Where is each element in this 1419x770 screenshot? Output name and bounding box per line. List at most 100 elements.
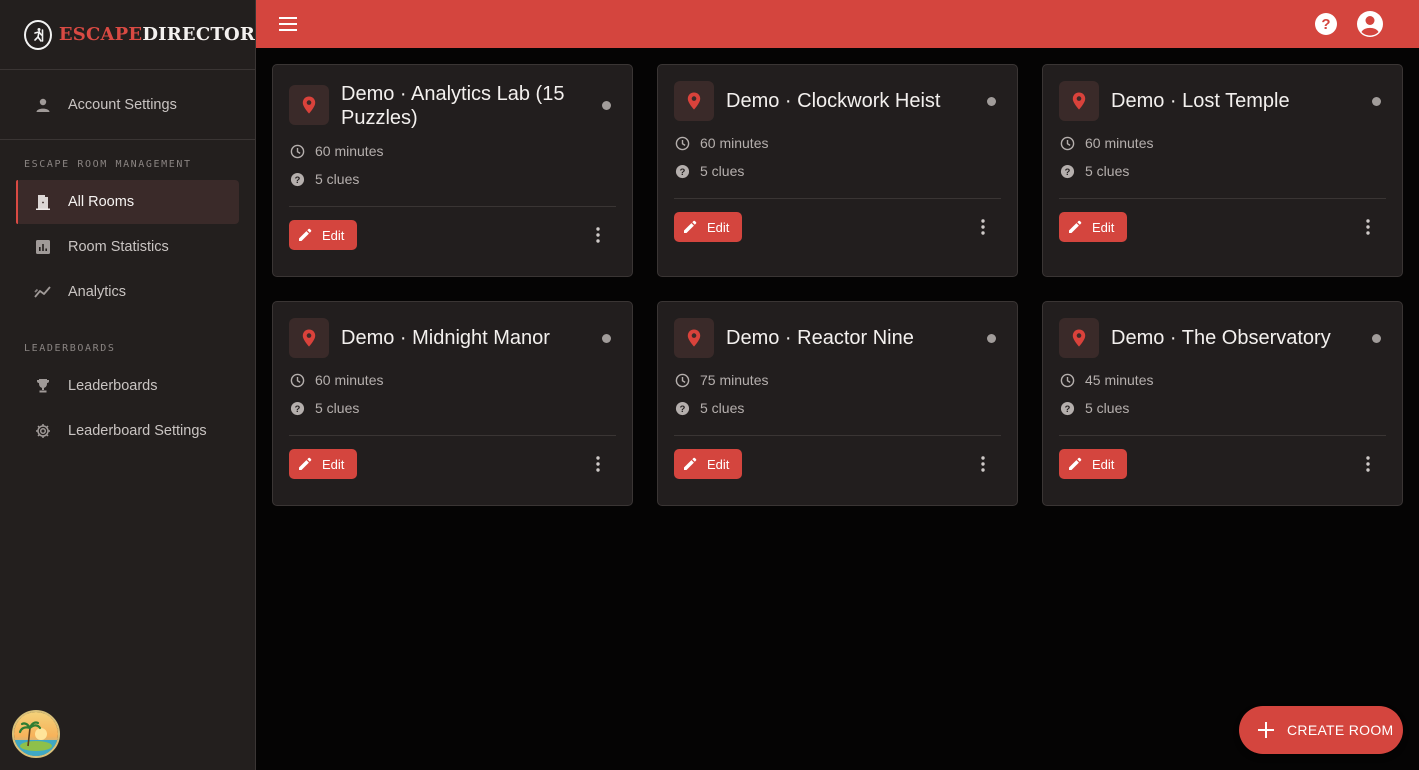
clock-icon — [674, 135, 690, 151]
create-room-label: CREATE ROOM — [1287, 722, 1394, 738]
edit-label: Edit — [322, 456, 345, 472]
edit-label: Edit — [707, 456, 730, 472]
create-room-button[interactable]: CREATE ROOM — [1239, 706, 1403, 754]
pencil-icon — [683, 220, 697, 234]
plus-icon — [1257, 721, 1275, 739]
more-options-icon[interactable] — [590, 454, 606, 474]
account-circle-icon[interactable] — [1356, 10, 1384, 38]
status-indicator — [1372, 334, 1381, 343]
more-options-icon[interactable] — [1360, 217, 1376, 237]
clock-icon — [674, 372, 690, 388]
svg-text:?: ? — [294, 404, 300, 414]
svg-text:?: ? — [679, 167, 685, 177]
card-divider — [674, 198, 1001, 199]
status-indicator — [1372, 97, 1381, 106]
sidebar-item-leaderboard-settings[interactable]: Leaderboard Settings — [16, 409, 239, 453]
sidebar-item-analytics[interactable]: Analytics — [16, 270, 239, 314]
room-duration: 60 minutes — [674, 135, 768, 151]
edit-room-button[interactable]: Edit — [1059, 212, 1127, 242]
sidebar-item-label: Account Settings — [68, 96, 177, 113]
top-app-bar: ? — [256, 0, 1419, 48]
clock-icon — [1059, 135, 1075, 151]
room-clues: ? 5 clues — [674, 400, 744, 416]
pencil-icon — [1068, 220, 1082, 234]
status-indicator — [987, 97, 996, 106]
room-title: Demo · The Observatory — [1111, 327, 1331, 349]
section-title-leaderboards: LEADERBOARDS — [24, 342, 116, 354]
room-clues: ? 5 clues — [1059, 163, 1129, 179]
room-duration: 60 minutes — [289, 372, 383, 388]
edit-room-button[interactable]: Edit — [1059, 449, 1127, 479]
edit-label: Edit — [322, 227, 345, 243]
room-card[interactable]: Demo · The Observatory 45 minutes? 5 clues… — [1042, 301, 1403, 506]
duration-text: 60 minutes — [315, 372, 384, 388]
edit-room-button[interactable]: Edit — [674, 449, 742, 479]
duration-text: 45 minutes — [1085, 372, 1154, 388]
edit-room-button[interactable]: Edit — [674, 212, 742, 242]
pencil-icon — [298, 457, 312, 471]
help-circle-icon: ? — [1059, 163, 1075, 179]
location-pin-icon — [674, 81, 714, 121]
sidebar-item-room-statistics[interactable]: Room Statistics — [16, 225, 239, 269]
room-title: Demo · Reactor Nine — [726, 327, 914, 349]
sidebar-item-label: All Rooms — [68, 194, 135, 210]
svg-text:?: ? — [1064, 167, 1070, 177]
room-card[interactable]: Demo · Midnight Manor 60 minutes? 5 clues E… — [272, 301, 633, 506]
edit-label: Edit — [1092, 456, 1115, 472]
gear-icon — [34, 422, 52, 440]
location-pin-icon — [289, 85, 329, 125]
card-divider — [289, 206, 616, 207]
status-indicator — [987, 334, 996, 343]
door-icon — [34, 193, 52, 211]
location-pin-icon — [289, 318, 329, 358]
help-circle-icon: ? — [674, 400, 690, 416]
help-circle-icon: ? — [1059, 400, 1075, 416]
clues-text: 5 clues — [1085, 400, 1130, 416]
card-divider — [289, 435, 616, 436]
room-title: Demo · Lost Temple — [1111, 90, 1290, 112]
user-avatar[interactable] — [12, 710, 60, 758]
more-options-icon[interactable] — [1360, 454, 1376, 474]
duration-text: 60 minutes — [1085, 135, 1154, 151]
room-clues: ? 5 clues — [289, 400, 359, 416]
room-duration: 60 minutes — [289, 143, 383, 159]
sidebar-item-leaderboards[interactable]: Leaderboards — [16, 364, 239, 408]
edit-label: Edit — [1092, 219, 1115, 235]
room-card[interactable]: Demo · Analytics Lab (15 Puzzles) 60 minu… — [272, 64, 633, 277]
hamburger-icon[interactable] — [278, 14, 298, 34]
room-card[interactable]: Demo · Reactor Nine 75 minutes? 5 clues Edi… — [657, 301, 1018, 506]
clues-text: 5 clues — [700, 163, 745, 179]
section-title-management: ESCAPE ROOM MANAGEMENT — [24, 158, 192, 170]
pencil-icon — [1068, 457, 1082, 471]
clues-text: 5 clues — [700, 400, 745, 416]
svg-text:?: ? — [679, 404, 685, 414]
more-options-icon[interactable] — [975, 217, 991, 237]
sidebar: ESCAPEDIRECTOR Account Settings ESCAPE R… — [0, 0, 256, 770]
more-options-icon[interactable] — [975, 454, 991, 474]
clock-icon — [289, 372, 305, 388]
svg-text:?: ? — [294, 175, 300, 185]
sidebar-item-label: Leaderboards — [68, 378, 158, 394]
status-indicator — [602, 334, 611, 343]
brand-name-part1: ESCAPE — [58, 24, 143, 45]
sidebar-item-all-rooms[interactable]: All Rooms — [16, 180, 239, 224]
card-divider — [674, 435, 1001, 436]
help-circle-icon: ? — [289, 400, 305, 416]
clues-text: 5 clues — [315, 400, 360, 416]
brand-name: ESCAPEDIRECTOR — [59, 24, 255, 45]
edit-room-button[interactable]: Edit — [289, 220, 357, 250]
more-options-icon[interactable] — [590, 225, 606, 245]
room-card[interactable]: Demo · Lost Temple 60 minutes ? 5 clues Edit — [1042, 64, 1403, 277]
trophy-icon — [34, 377, 52, 395]
room-card[interactable]: Demo · Clockwork Heist 60 minutes? 5 clues… — [657, 64, 1018, 277]
trend-icon — [34, 283, 52, 301]
room-duration: 75 minutes — [674, 372, 768, 388]
location-pin-icon — [1059, 318, 1099, 358]
sidebar-item-account-settings[interactable]: Account Settings — [16, 83, 239, 127]
location-pin-icon — [1059, 81, 1099, 121]
room-clues: ? 5 clues — [674, 163, 744, 179]
help-icon[interactable]: ? — [1315, 13, 1337, 35]
room-clues: ? 5 clues — [289, 171, 359, 187]
edit-room-button[interactable]: Edit — [289, 449, 357, 479]
brand[interactable]: ESCAPEDIRECTOR — [0, 0, 255, 70]
